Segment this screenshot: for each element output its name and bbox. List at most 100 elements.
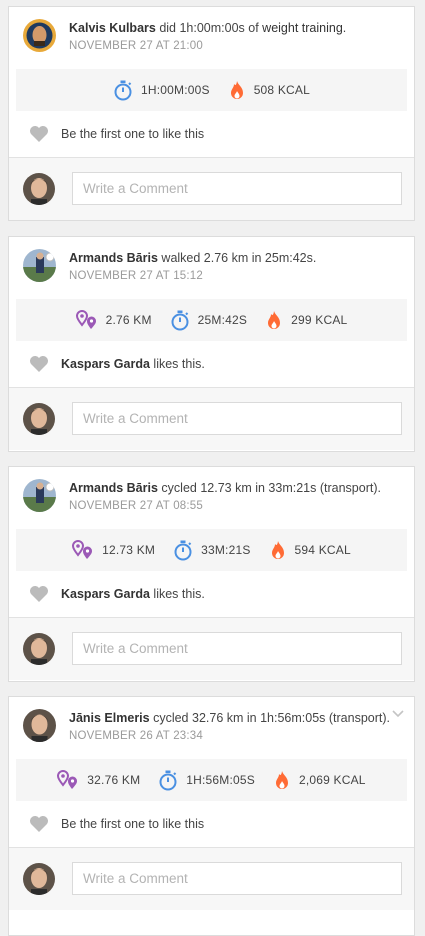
- activity-post: Kalvis Kulbars did 1h:00m:00s of weight …: [8, 6, 415, 221]
- heart-icon[interactable]: [29, 125, 49, 143]
- stat-calories-value: 2,069 KCAL: [298, 773, 366, 787]
- likes-row: Be the first one to like this: [9, 801, 414, 847]
- stat-duration: 25M:42S: [170, 310, 247, 331]
- heart-icon[interactable]: [29, 815, 49, 833]
- stats-bar: 32.76 KM 1H:56M:05S 2,069 KCAL: [16, 759, 407, 801]
- stopwatch-icon: [114, 80, 132, 100]
- post-headline: Armands Bāris cycled 12.73 km in 33m:21s…: [69, 480, 400, 496]
- avatar: [23, 173, 55, 205]
- likes-row: Kaspars Garda likes this.: [9, 341, 414, 387]
- stat-calories: 594 KCAL: [269, 540, 351, 561]
- comment-row: [9, 157, 414, 220]
- activity-post: Armands Bāris cycled 12.73 km in 33m:21s…: [8, 466, 415, 682]
- liker-name[interactable]: Kaspars Garda: [61, 587, 150, 601]
- post-suffix: .: [342, 21, 347, 35]
- post-author[interactable]: Armands Bāris: [69, 251, 158, 265]
- avatar: [23, 403, 55, 435]
- comment-row: [9, 847, 414, 910]
- likes-suffix: likes this.: [149, 587, 205, 601]
- avatar[interactable]: [23, 249, 56, 282]
- post-verb: cycled: [149, 711, 192, 725]
- stat-distance: 32.76 KM: [57, 770, 140, 790]
- flame-icon: [275, 770, 288, 789]
- chevron-down-icon[interactable]: [392, 710, 404, 718]
- stat-distance-value: 32.76 KM: [87, 773, 141, 787]
- activity-post: Jānis Elmeris cycled 32.76 km in 1h:56m:…: [8, 696, 415, 936]
- post-date: NOVEMBER 27 AT 21:00: [69, 40, 203, 52]
- avatar: [23, 633, 55, 665]
- post-headline: Kalvis Kulbars did 1h:00m:00s of weight …: [69, 20, 400, 36]
- stat-distance: 2.76 KM: [75, 310, 152, 330]
- post-header: Kalvis Kulbars did 1h:00m:00s of weight …: [9, 7, 414, 69]
- stat-calories: 508 KCAL: [228, 80, 310, 101]
- likes-text: Be the first one to like this: [61, 817, 205, 831]
- heart-icon[interactable]: [29, 355, 49, 373]
- activity-post: Armands Bāris walked 2.76 km in 25m:42s.…: [8, 236, 415, 452]
- stat-duration-value: 1H:56M:05S: [186, 773, 255, 787]
- flame-icon: [230, 80, 243, 99]
- avatar[interactable]: [23, 19, 56, 52]
- post-header: Jānis Elmeris cycled 32.76 km in 1h:56m:…: [9, 697, 414, 759]
- post-author[interactable]: Armands Bāris: [69, 481, 158, 495]
- stat-duration: 33M:21S: [173, 540, 250, 561]
- stopwatch-icon: [159, 770, 177, 790]
- likes-text: Kaspars Garda likes this.: [61, 357, 205, 371]
- post-activity: weight training: [262, 21, 343, 35]
- post-header: Armands Bāris cycled 12.73 km in 33m:21s…: [9, 467, 414, 529]
- stat-distance-value: 12.73 KM: [102, 543, 156, 557]
- post-suffix: .: [312, 251, 317, 265]
- post-date: NOVEMBER 26 AT 23:34: [69, 730, 203, 742]
- post-header: Armands Bāris walked 2.76 km in 25m:42s.…: [9, 237, 414, 299]
- comment-input[interactable]: [72, 172, 402, 205]
- post-date: NOVEMBER 27 AT 15:12: [69, 270, 203, 282]
- post-verb: did 1h:00m:00s of: [155, 21, 263, 35]
- route-pin-icon: [75, 310, 96, 329]
- stat-distance-value: 2.76 KM: [105, 313, 152, 327]
- post-suffix: .: [386, 711, 391, 725]
- heart-icon[interactable]: [29, 585, 49, 603]
- post-activity: 2.76 km in 25m:42s: [203, 251, 313, 265]
- post-suffix: .: [377, 481, 381, 495]
- flame-icon: [268, 310, 281, 329]
- route-pin-icon: [72, 540, 93, 559]
- stat-distance: 12.73 KM: [72, 540, 155, 560]
- likes-suffix: likes this.: [149, 357, 205, 371]
- post-headline: Armands Bāris walked 2.76 km in 25m:42s.: [69, 250, 400, 266]
- likes-row: Be the first one to like this: [9, 111, 414, 157]
- post-author[interactable]: Jānis Elmeris: [69, 711, 150, 725]
- post-verb: walked: [157, 251, 204, 265]
- stats-bar: 12.73 KM 33M:21S 594 KCAL: [16, 529, 407, 571]
- stat-calories-value: 508 KCAL: [253, 83, 310, 97]
- stat-calories-value: 594 KCAL: [294, 543, 351, 557]
- comment-input[interactable]: [72, 862, 402, 895]
- stopwatch-icon: [171, 310, 189, 330]
- post-headline: Jānis Elmeris cycled 32.76 km in 1h:56m:…: [69, 710, 400, 726]
- comment-input[interactable]: [72, 632, 402, 665]
- comment-input[interactable]: [72, 402, 402, 435]
- stopwatch-icon: [174, 540, 192, 560]
- likes-text: Kaspars Garda likes this.: [61, 587, 205, 601]
- stat-calories: 299 KCAL: [265, 310, 347, 331]
- stat-duration-value: 33M:21S: [201, 543, 251, 557]
- stat-duration-value: 25M:42S: [197, 313, 248, 327]
- comment-row: [9, 387, 414, 450]
- post-activity: 32.76 km in 1h:56m:05s (transport): [192, 711, 387, 725]
- stats-bar: 1H:00M:00S 508 KCAL: [16, 69, 407, 111]
- activity-feed: Kalvis Kulbars did 1h:00m:00s of weight …: [0, 0, 425, 936]
- liker-name[interactable]: Kaspars Garda: [61, 357, 150, 371]
- stat-duration-value: 1H:00M:00S: [140, 83, 210, 97]
- stat-duration: 1H:56M:05S: [158, 770, 255, 791]
- flame-icon: [271, 540, 284, 559]
- route-pin-icon: [57, 770, 78, 789]
- stats-bar: 2.76 KM 25M:42S 299 KCAL: [16, 299, 407, 341]
- post-date: NOVEMBER 27 AT 08:55: [69, 500, 203, 512]
- avatar[interactable]: [23, 479, 56, 512]
- likes-row: Kaspars Garda likes this.: [9, 571, 414, 617]
- stat-calories-value: 299 KCAL: [291, 313, 348, 327]
- stat-calories: 2,069 KCAL: [273, 770, 366, 791]
- likes-text: Be the first one to like this: [61, 127, 205, 141]
- post-verb: cycled: [157, 481, 201, 495]
- avatar[interactable]: [23, 709, 56, 742]
- post-author[interactable]: Kalvis Kulbars: [69, 21, 156, 35]
- stat-duration: 1H:00M:00S: [113, 80, 210, 101]
